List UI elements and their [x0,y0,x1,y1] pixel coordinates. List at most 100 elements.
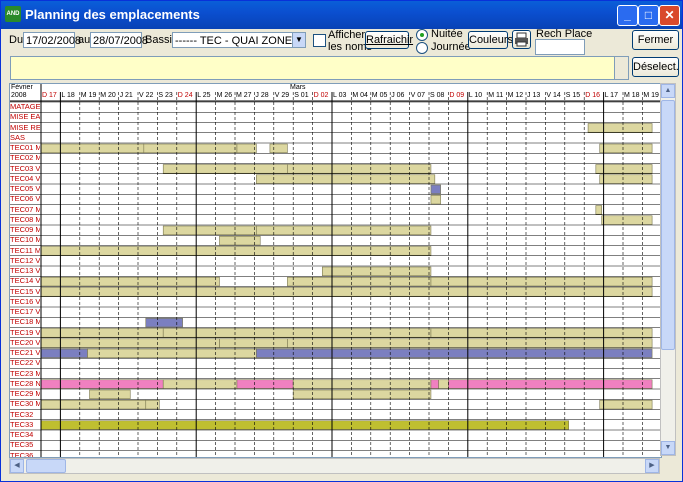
au-date-field[interactable]: 28/07/2008 [90,32,148,48]
row-label[interactable]: MISE REMOR [10,123,40,133]
au-label: au [78,34,91,46]
day-header: M 12 [507,92,524,99]
day-header: L 17 [604,92,618,99]
day-header: V 22 [139,92,154,99]
day-header: M 05 [371,92,388,99]
row-label[interactable]: TEC07 M [10,205,40,215]
close-button[interactable]: ✕ [659,5,680,26]
booking-bar [256,174,436,184]
booking-bar [256,348,653,359]
title-bar: AND Planning des emplacements _ □ ✕ [1,1,682,29]
day-header: L 03 [333,92,347,99]
day-header: L 18 [61,92,75,99]
day-header: M 27 [236,92,252,99]
rafraichir-button[interactable]: Rafraichir [365,31,413,49]
scroll-down-icon[interactable]: ▼ [661,441,675,455]
booking-bar [40,379,164,389]
booking-bar [40,276,220,287]
booking-bar [430,194,441,205]
rech-place-input[interactable] [535,39,585,55]
info-text-area[interactable] [10,56,616,80]
chevron-down-icon[interactable]: ▼ [292,32,306,48]
row-label[interactable]: TEC02 M [10,153,40,163]
horizontal-scroll-thumb[interactable] [26,459,66,473]
row-label[interactable]: TEC05 V [10,184,40,194]
row-label[interactable]: TEC36 [10,451,40,458]
row-label[interactable]: TEC28 N [10,379,40,389]
row-label[interactable]: TEC18 M [10,317,40,327]
row-label[interactable]: TEC32 [10,410,40,420]
scroll-up-icon[interactable]: ▲ [661,84,675,98]
row-label[interactable]: SAS [10,133,40,143]
booking-bar [89,389,131,400]
row-label[interactable]: TEC12 V [10,256,40,266]
row-label[interactable]: TEC11 M [10,246,40,256]
planning-grid[interactable]: Février 2008 Mars D 17 L 18 M 19 M 20 J 21 V … [9,83,662,458]
row-label[interactable]: TEC13 V [10,266,40,276]
booking-bar [595,205,602,215]
row-label[interactable]: TEC20 V [10,338,40,348]
row-label[interactable]: TEC29 M [10,389,40,399]
day-header: D 24 [177,92,193,99]
row-label[interactable]: TEC23 M [10,369,40,379]
row-label[interactable]: TEC17 V [10,307,40,317]
journee-radio[interactable] [416,42,428,54]
month-label-fevrier: Février [11,84,33,91]
row-label[interactable]: TEC33 [10,420,40,430]
booking-bar [219,338,288,348]
afficher-noms-checkbox[interactable] [313,34,326,47]
fermer-button[interactable]: Fermer [632,30,679,50]
window-title: Planning des emplacements [25,7,200,22]
scroll-right-icon[interactable]: ▶ [645,459,659,473]
row-label[interactable]: TEC08 M [10,215,40,225]
booking-bar [162,164,288,174]
row-label[interactable]: TEC35 [10,440,40,450]
row-label[interactable]: TEC03 V [10,164,40,174]
row-label[interactable]: TEC06 V [10,194,40,204]
horizontal-scrollbar[interactable]: ◀ ▶ [9,458,660,474]
row-label[interactable]: MATAGE [10,102,40,112]
day-header: D 17 [42,92,57,99]
day-header: V 29 [274,92,290,99]
day-header: J 28 [255,92,269,99]
day-header: D 02 [313,92,329,99]
deselect-button[interactable]: Déselect. [632,57,679,77]
row-label[interactable]: TEC21 V [10,348,40,358]
scroll-left-icon[interactable]: ◀ [10,459,24,473]
row-label[interactable]: TEC04 V [10,174,40,184]
bassin-select[interactable]: ------ TEC - QUAI ZONE TECHI [172,32,293,48]
booking-bar [599,399,653,410]
row-label[interactable]: MISE EAU [10,112,40,122]
planning-window: AND Planning des emplacements _ □ ✕ Du 1… [0,0,683,482]
info-scrollbar[interactable] [614,56,629,80]
couleurs-button[interactable]: Couleurs [468,31,513,49]
day-header: M 26 [216,92,233,99]
du-date-field[interactable]: 17/02/2008 [23,32,81,48]
vertical-scroll-thumb[interactable] [661,100,675,350]
maximize-button[interactable]: □ [638,5,659,26]
row-label[interactable]: TEC10 M [10,235,40,245]
afficher-label: Afficher [328,29,366,41]
day-header: M 19 [643,92,659,99]
vertical-scrollbar[interactable]: ▲ ▼ [660,83,676,456]
row-label[interactable]: TEC14 V [10,276,40,286]
row-label[interactable]: TEC19 V [10,328,40,338]
booking-bar [599,174,653,184]
row-label[interactable]: TEC34 [10,430,40,440]
booking-bar [40,143,145,154]
row-label[interactable]: TEC22 V [10,358,40,368]
booking-bar [40,420,569,430]
row-label[interactable]: TEC16 V [10,297,40,307]
booking-bar [162,225,257,236]
minimize-button[interactable]: _ [617,5,638,26]
day-header: M 04 [352,92,368,99]
row-label[interactable]: TEC15 V [10,287,40,297]
row-label[interactable]: TEC01 M [10,143,40,153]
booking-bar [595,164,653,174]
booking-bar [40,287,653,297]
day-header: M 19 [80,92,97,99]
nuitee-radio[interactable] [416,29,428,41]
print-icon[interactable] [512,30,531,49]
row-label[interactable]: TEC09 M [10,225,40,235]
row-label[interactable]: TEC30 M [10,399,40,409]
